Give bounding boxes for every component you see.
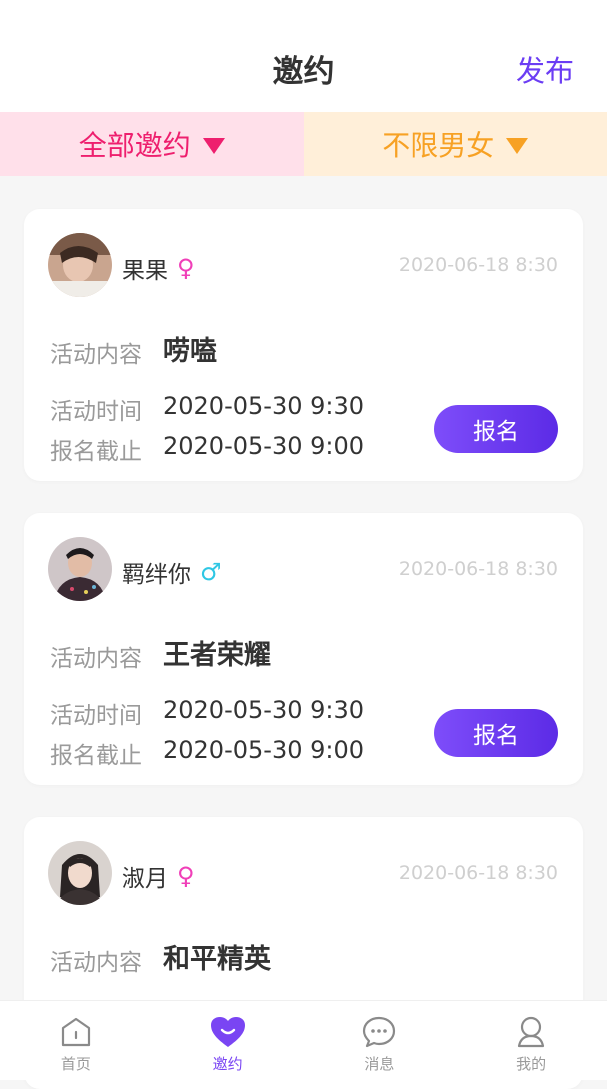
filter-all-label: 全部邀约 bbox=[79, 124, 191, 164]
user-name-text: 淑月 bbox=[122, 859, 168, 893]
filter-gender-label: 不限男女 bbox=[382, 124, 494, 164]
tab-messages-label: 消息 bbox=[364, 1053, 394, 1074]
user-name: 羁绊你 ♂ bbox=[122, 555, 222, 589]
tab-invitations-label: 邀约 bbox=[213, 1053, 243, 1074]
post-time: 2020-06-18 8:30 bbox=[399, 254, 558, 276]
deadline-time: 2020-05-30 9:00 bbox=[163, 736, 364, 764]
deadline-label: 报名截止 bbox=[50, 736, 142, 770]
filter-bar: 全部邀约 不限男女 bbox=[0, 112, 607, 176]
home-icon bbox=[59, 1015, 93, 1049]
activity-time: 2020-05-30 9:30 bbox=[163, 696, 364, 724]
content-label: 活动内容 bbox=[50, 639, 142, 673]
bottom-tab-bar: 首页 邀约 消息 我的 bbox=[0, 1000, 607, 1080]
activity-content: 和平精英 bbox=[163, 937, 271, 976]
tab-home-label: 首页 bbox=[61, 1053, 91, 1074]
post-time: 2020-06-18 8:30 bbox=[399, 558, 558, 580]
post-time: 2020-06-18 8:30 bbox=[399, 862, 558, 884]
top-header: 邀约 发布 bbox=[0, 0, 607, 112]
tab-me[interactable]: 我的 bbox=[455, 1001, 607, 1080]
activity-content: 唠嗑 bbox=[163, 329, 217, 368]
avatar[interactable] bbox=[48, 537, 112, 601]
filter-all-invitations[interactable]: 全部邀约 bbox=[0, 112, 304, 176]
heart-icon bbox=[209, 1015, 247, 1049]
female-icon: ♀ bbox=[177, 256, 195, 280]
tab-home[interactable]: 首页 bbox=[0, 1001, 152, 1080]
tab-messages[interactable]: 消息 bbox=[304, 1001, 456, 1080]
dropdown-triangle-icon bbox=[203, 138, 225, 154]
user-icon bbox=[514, 1015, 548, 1049]
publish-button[interactable]: 发布 bbox=[516, 48, 574, 90]
signup-button[interactable]: 报名 bbox=[434, 405, 558, 453]
user-name-text: 果果 bbox=[122, 251, 168, 285]
female-icon: ♀ bbox=[177, 864, 195, 888]
user-name-text: 羁绊你 bbox=[122, 555, 191, 589]
dropdown-triangle-icon bbox=[506, 138, 528, 154]
deadline-label: 报名截止 bbox=[50, 432, 142, 466]
invitation-card[interactable]: 果果 ♀ 2020-06-18 8:30 活动内容 唠嗑 活动时间 2020-0… bbox=[24, 209, 583, 481]
avatar[interactable] bbox=[48, 233, 112, 297]
invitation-card[interactable]: 羁绊你 ♂ 2020-06-18 8:30 活动内容 王者荣耀 活动时间 202… bbox=[24, 513, 583, 785]
activity-time: 2020-05-30 9:30 bbox=[163, 392, 364, 420]
signup-button[interactable]: 报名 bbox=[434, 709, 558, 757]
tab-invitations[interactable]: 邀约 bbox=[152, 1001, 304, 1080]
content-label: 活动内容 bbox=[50, 943, 142, 977]
tab-me-label: 我的 bbox=[516, 1053, 546, 1074]
activity-content: 王者荣耀 bbox=[163, 633, 271, 672]
content-label: 活动内容 bbox=[50, 335, 142, 369]
activity-time-label: 活动时间 bbox=[50, 392, 142, 426]
user-name: 淑月 ♀ bbox=[122, 859, 195, 893]
avatar[interactable] bbox=[48, 841, 112, 905]
filter-gender[interactable]: 不限男女 bbox=[304, 112, 607, 176]
activity-time-label: 活动时间 bbox=[50, 696, 142, 730]
chat-icon bbox=[361, 1015, 397, 1049]
user-name: 果果 ♀ bbox=[122, 251, 195, 285]
male-icon: ♂ bbox=[200, 560, 222, 584]
deadline-time: 2020-05-30 9:00 bbox=[163, 432, 364, 460]
